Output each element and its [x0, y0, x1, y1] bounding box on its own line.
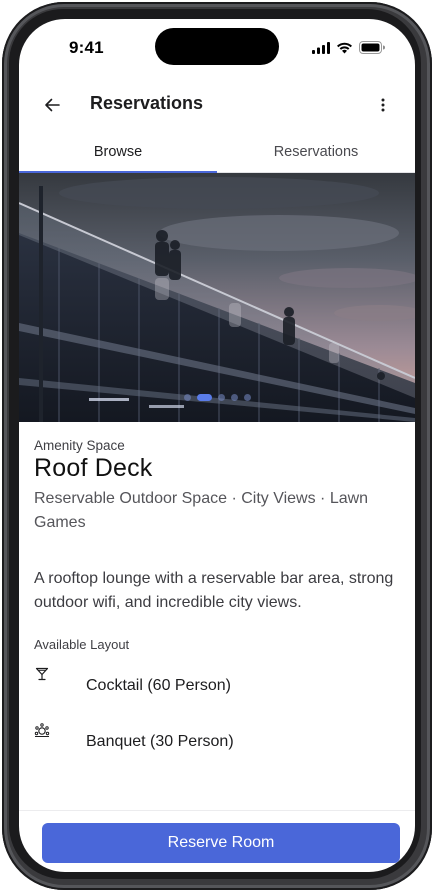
tab-browse[interactable]: Browse	[19, 141, 217, 173]
carousel-dot[interactable]	[230, 394, 238, 401]
carousel-dot[interactable]	[217, 394, 225, 401]
layout-label-banquet: Banquet (30 Person)	[86, 733, 234, 750]
more-options-button[interactable]	[373, 93, 393, 117]
available-layout-heading: Available Layout	[34, 637, 130, 652]
amenity-tags: Reservable Outdoor Space · City Views · …	[34, 490, 369, 531]
screen: 9:41 Reservations Browse Reservations Am…	[19, 19, 415, 872]
carousel-dot[interactable]	[196, 394, 212, 401]
app-bar: Reservations	[19, 85, 415, 125]
back-button[interactable]	[39, 93, 65, 117]
tab-reservations[interactable]: Reservations	[217, 141, 415, 172]
battery-icon	[359, 41, 385, 54]
layout-item-cocktail: Cocktail (60 Person)	[19, 666, 415, 706]
dynamic-island	[155, 28, 279, 65]
layout-item-banquet: Banquet (30 Person)	[19, 722, 415, 762]
carousel-dot[interactable]	[183, 394, 191, 401]
roof-deck-photo	[19, 173, 415, 422]
hero-image-carousel[interactable]	[19, 173, 415, 422]
carousel-dot[interactable]	[243, 394, 251, 401]
page-title: Reservations	[90, 93, 204, 113]
tab-bar: Browse Reservations	[19, 141, 415, 173]
reserve-room-button[interactable]: Reserve Room	[42, 823, 400, 863]
amenity-title: Roof Deck	[34, 454, 153, 482]
wifi-icon	[337, 42, 352, 53]
amenity-description: A rooftop lounge with a reservable bar a…	[34, 570, 394, 611]
cellular-signal-icon	[312, 41, 330, 54]
carousel-indicator	[19, 394, 415, 401]
status-bar: 9:41	[19, 19, 415, 75]
status-time: 9:41	[69, 38, 104, 57]
status-icons	[312, 41, 385, 54]
footer-divider	[19, 810, 415, 811]
amenity-category: Amenity Space	[34, 438, 125, 453]
arrow-left-icon	[45, 98, 60, 112]
cocktail-glass-icon	[35, 667, 49, 681]
layout-label-cocktail: Cocktail (60 Person)	[86, 677, 231, 694]
more-vertical-icon	[381, 98, 385, 112]
banquet-table-icon	[34, 723, 50, 737]
